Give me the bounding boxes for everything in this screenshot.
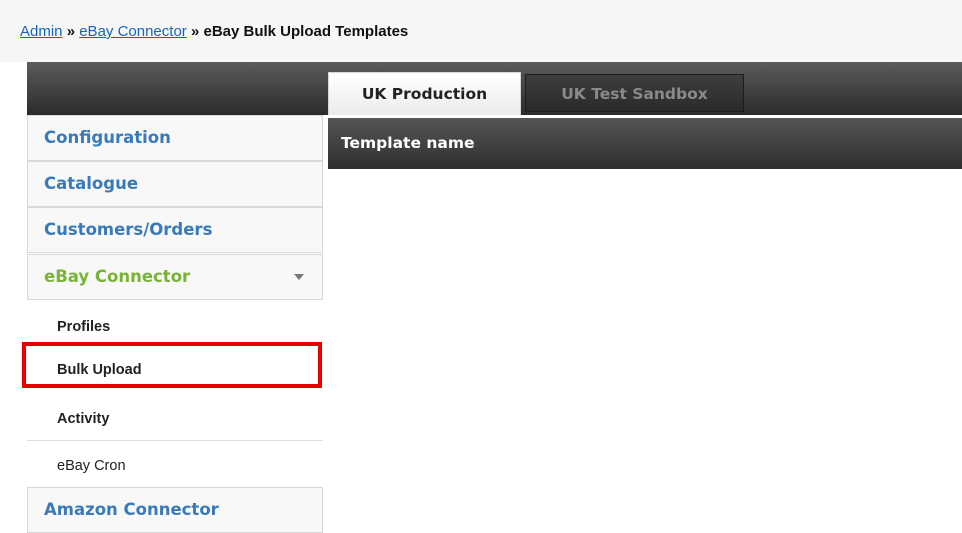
- sidebar-item-label: Customers/Orders: [44, 220, 213, 239]
- sidebar-item-label: Configuration: [44, 128, 171, 147]
- breadcrumb-ebay-connector-link[interactable]: eBay Connector: [79, 23, 187, 40]
- breadcrumb: Admin » eBay Connector » eBay Bulk Uploa…: [20, 23, 408, 40]
- tab-uk-test-sandbox[interactable]: UK Test Sandbox: [525, 74, 744, 112]
- sidebar-item-label: Amazon Connector: [44, 500, 219, 519]
- tab-uk-production[interactable]: UK Production: [328, 72, 521, 115]
- sidebar-item-customers-orders[interactable]: Customers/Orders: [27, 207, 323, 253]
- breadcrumb-separator: »: [190, 23, 200, 40]
- breadcrumb-admin-link[interactable]: Admin: [20, 23, 63, 40]
- table-header-template-name[interactable]: Template name: [328, 118, 962, 169]
- sidebar-item-amazon-connector[interactable]: Amazon Connector: [27, 487, 323, 533]
- sidebar-subitem-ebay-cron[interactable]: eBay Cron: [27, 444, 323, 488]
- chevron-down-icon: [294, 274, 304, 280]
- sidebar-item-label: eBay Connector: [44, 267, 191, 286]
- breadcrumb-current: eBay Bulk Upload Templates: [203, 23, 409, 40]
- sidebar-item-label: Catalogue: [44, 174, 139, 193]
- sidebar-subitem-activity[interactable]: Activity: [27, 397, 323, 441]
- sidebar-item-ebay-connector[interactable]: eBay Connector: [27, 254, 323, 300]
- sidebar-item-configuration[interactable]: Configuration: [27, 115, 323, 161]
- sidebar-item-catalogue[interactable]: Catalogue: [27, 161, 323, 207]
- breadcrumb-separator: »: [66, 23, 76, 40]
- highlight-box: [22, 342, 322, 388]
